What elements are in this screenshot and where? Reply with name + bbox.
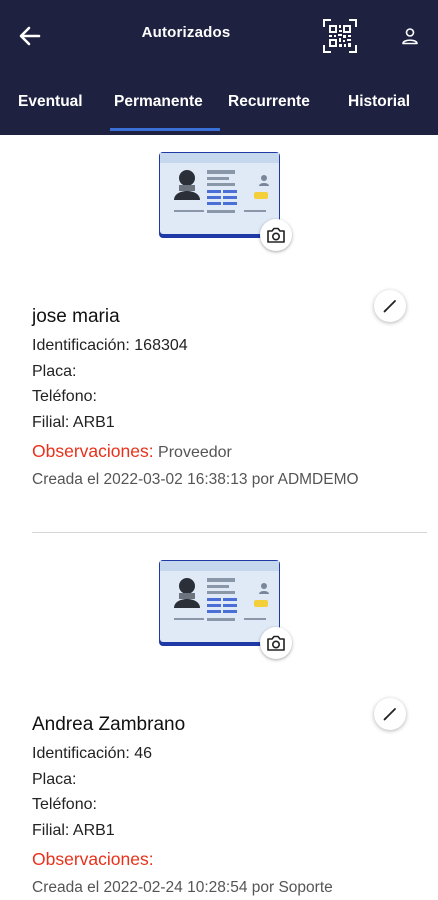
record-name: jose maria xyxy=(32,306,120,327)
pencil-icon xyxy=(383,300,396,313)
qr-code-icon xyxy=(323,19,357,53)
observations-label: Observaciones: xyxy=(32,849,154,869)
record-created: Creada el 2022-02-24 10:28:54 por Soport… xyxy=(32,879,333,896)
observations-value: Proveedor xyxy=(158,444,232,461)
record-name: Andrea Zambrano xyxy=(32,714,186,735)
user-button[interactable] xyxy=(396,22,424,50)
record-branch: Filial: ARB1 xyxy=(32,822,115,839)
record-phone: Teléfono: xyxy=(32,388,97,405)
camera-icon xyxy=(267,227,285,243)
record-divider xyxy=(32,532,427,533)
tab-recurrente[interactable]: Recurrente xyxy=(228,93,310,111)
active-tab-indicator xyxy=(110,128,220,131)
record-created: Creada el 2022-03-02 16:38:13 por ADMDEM… xyxy=(32,471,359,488)
app-bar: Autorizados Eventual Permanente Recurren… xyxy=(0,0,438,135)
tab-permanente[interactable]: Permanente xyxy=(114,93,203,111)
tab-historial[interactable]: Historial xyxy=(348,93,410,111)
record-plate: Placa: xyxy=(32,771,77,788)
camera-button[interactable] xyxy=(260,627,292,659)
record-observations: Observaciones: xyxy=(32,849,154,870)
tab-eventual[interactable]: Eventual xyxy=(18,93,83,111)
qr-scan-button[interactable] xyxy=(320,16,360,56)
pencil-icon xyxy=(383,708,396,721)
record-phone: Teléfono: xyxy=(32,796,97,813)
record-identification: Identificación: 168304 xyxy=(32,337,188,354)
camera-icon xyxy=(267,635,285,651)
tab-bar: Eventual Permanente Recurrente Historial xyxy=(0,88,438,135)
user-icon xyxy=(402,28,418,45)
record-branch: Filial: ARB1 xyxy=(32,414,115,431)
record-identification: Identificación: 46 xyxy=(32,745,153,762)
edit-button[interactable] xyxy=(374,698,406,730)
camera-button[interactable] xyxy=(260,219,292,251)
record-plate: Placa: xyxy=(32,363,77,380)
edit-button[interactable] xyxy=(374,290,406,322)
record-observations: Observaciones: Proveedor xyxy=(32,441,232,462)
page-title: Autorizados xyxy=(141,24,231,41)
observations-label: Observaciones: xyxy=(32,441,154,461)
